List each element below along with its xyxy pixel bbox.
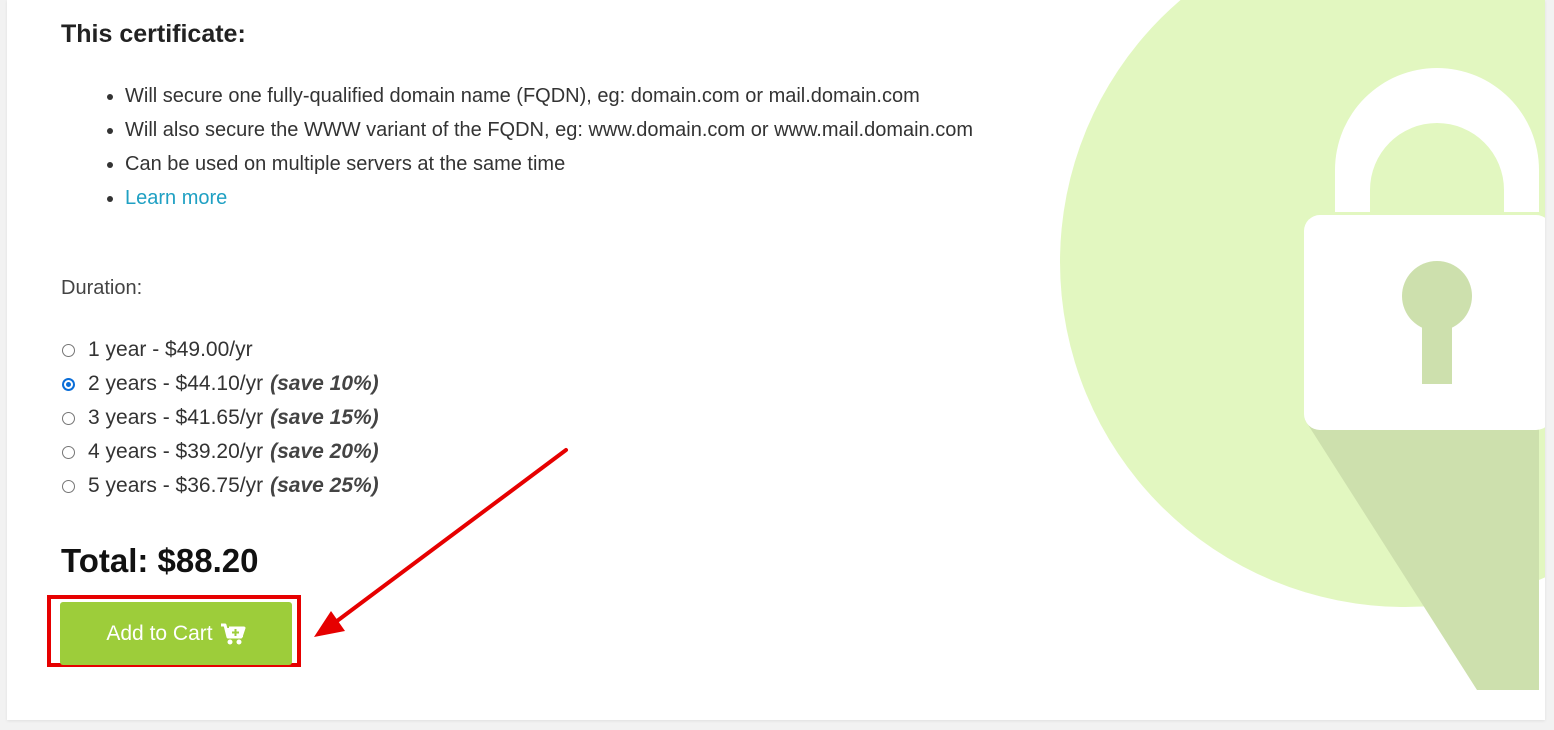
option-label: 3 years - $41.65/yr [88,406,264,429]
radio-button[interactable] [62,445,75,459]
feature-text: Will also secure the WWW variant of the … [125,119,974,141]
duration-option-5-years[interactable]: 5 years - $36.75/yr (save 25%) [61,469,379,503]
duration-option-1-year[interactable]: 1 year - $49.00/yr [61,333,379,367]
savings-text: (save 15%) [270,406,379,429]
duration-option-3-years[interactable]: 3 years - $41.65/yr (save 15%) [61,401,379,435]
cart-plus-icon [220,622,246,646]
add-to-cart-button[interactable]: Add to Cart [60,602,292,665]
radio-button[interactable] [62,343,75,357]
duration-options: 1 year - $49.00/yr 2 years - $44.10/yr (… [61,333,379,503]
feature-item: Will secure one fully-qualified domain n… [125,79,973,113]
feature-item: Will also secure the WWW variant of the … [125,113,973,147]
section-heading: This certificate: [61,20,246,48]
duration-option-2-years[interactable]: 2 years - $44.10/yr (save 10%) [61,367,379,401]
option-label: 4 years - $39.20/yr [88,440,264,463]
feature-item: Learn more [125,181,973,215]
option-label: 2 years - $44.10/yr [88,372,264,395]
radio-button[interactable] [62,411,75,425]
radio-button[interactable] [62,479,75,493]
add-to-cart-label: Add to Cart [106,621,213,645]
feature-text: Will secure one fully-qualified domain n… [125,85,920,107]
duration-option-4-years[interactable]: 4 years - $39.20/yr (save 20%) [61,435,379,469]
option-label: 5 years - $36.75/yr [88,474,264,497]
total-price: Total: $88.20 [61,542,259,579]
lock-illustration-icon [1060,0,1545,690]
savings-text: (save 20%) [270,440,379,463]
feature-text: Can be used on multiple servers at the s… [125,153,566,175]
duration-label: Duration: [61,277,143,299]
learn-more-link[interactable]: Learn more [125,187,227,209]
feature-list: Will secure one fully-qualified domain n… [61,79,973,215]
radio-button-selected[interactable] [62,377,75,391]
option-label: 1 year - $49.00/yr [88,338,253,361]
savings-text: (save 10%) [270,372,379,395]
feature-item: Can be used on multiple servers at the s… [125,147,973,181]
product-card: This certificate: Will secure one fully-… [7,0,1545,720]
savings-text: (save 25%) [270,474,379,497]
